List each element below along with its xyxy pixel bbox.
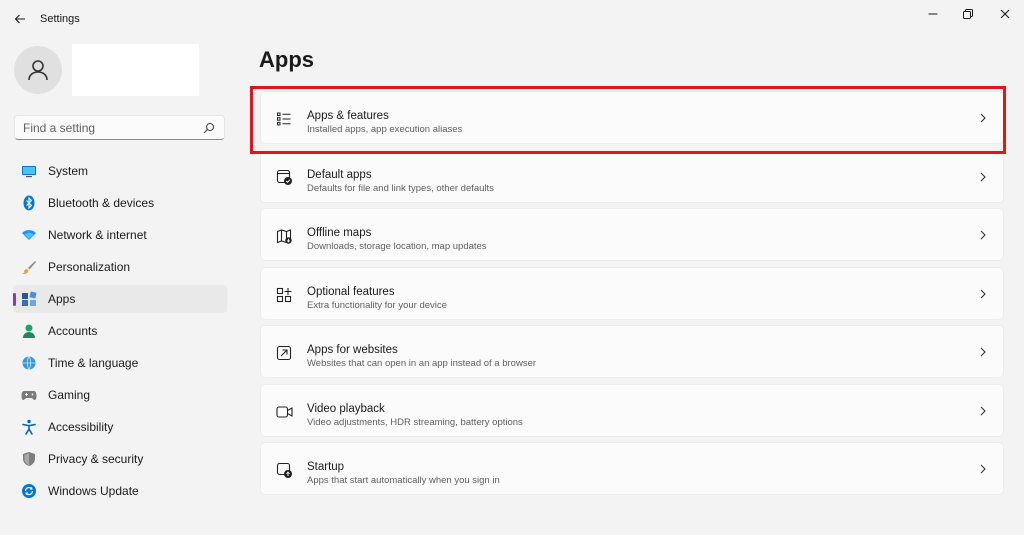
sidebar-item-label: System <box>48 164 89 178</box>
arrow-left-icon <box>14 14 25 24</box>
sidebar-item-gaming[interactable]: Gaming <box>13 381 227 409</box>
card-subtitle: Installed apps, app execution aliases <box>307 124 463 135</box>
card-offline-maps[interactable]: Offline maps Downloads, storage location… <box>260 208 1004 261</box>
close-button[interactable] <box>990 4 1020 24</box>
restore-icon <box>963 9 973 19</box>
avatar[interactable] <box>14 46 62 94</box>
sidebar-item-accessibility[interactable]: Accessibility <box>13 413 227 441</box>
chevron-right-icon <box>978 229 988 241</box>
accessibility-icon <box>21 419 37 435</box>
gaming-icon <box>21 387 37 403</box>
sidebar-item-label: Windows Update <box>48 484 139 498</box>
back-button[interactable] <box>10 9 30 29</box>
card-title: Video playback <box>307 402 385 415</box>
title-bar: Settings <box>0 0 1024 38</box>
bluetooth-icon <box>21 195 37 211</box>
card-subtitle: Defaults for file and link types, other … <box>307 182 494 194</box>
card-subtitle: Websites that can open in an app instead… <box>307 358 537 369</box>
search-input[interactable] <box>23 120 202 135</box>
time-language-icon <box>21 355 37 371</box>
chevron-right-icon <box>978 171 988 183</box>
startup-icon <box>275 461 293 479</box>
sidebar-item-personalization[interactable]: Personalization <box>13 253 227 281</box>
sidebar-item-accounts[interactable]: Accounts <box>13 317 227 345</box>
card-apps-features[interactable]: Apps & features Installed apps, app exec… <box>260 91 1004 144</box>
sidebar-item-bluetooth[interactable]: Bluetooth & devices <box>13 189 227 217</box>
update-icon <box>21 483 37 499</box>
default-apps-icon <box>275 169 293 187</box>
card-title: Offline maps <box>307 227 372 239</box>
sidebar-item-label: Personalization <box>48 260 131 274</box>
chevron-right-icon <box>978 405 988 417</box>
sidebar-item-label: Bluetooth & devices <box>48 196 155 210</box>
card-subtitle: Video adjustments, HDR streaming, batter… <box>307 416 523 428</box>
apps-icon <box>21 291 37 307</box>
restore-button[interactable] <box>953 4 983 24</box>
shield-icon <box>21 451 37 467</box>
card-apps-for-websites[interactable]: Apps for websites Websites that can open… <box>260 325 1004 378</box>
sidebar-item-system[interactable]: System <box>13 157 227 185</box>
minimize-icon <box>928 13 938 15</box>
card-title: Apps & features <box>307 110 389 122</box>
list-icon <box>275 110 293 128</box>
minimize-button[interactable] <box>918 4 948 24</box>
card-title: Default apps <box>307 168 372 181</box>
sidebar-item-time-language[interactable]: Time & language <box>13 349 227 377</box>
sidebar-item-label: Privacy & security <box>48 452 144 466</box>
chevron-right-icon <box>978 463 988 475</box>
card-optional-features[interactable]: Optional features Extra functionality fo… <box>260 266 1004 320</box>
card-subtitle: Extra functionality for your device <box>307 299 447 311</box>
user-icon <box>28 60 48 81</box>
search-field[interactable] <box>14 115 225 140</box>
accounts-icon <box>21 323 37 339</box>
card-subtitle: Downloads, storage location, map updates <box>307 241 487 252</box>
search-icon[interactable] <box>202 121 216 135</box>
sidebar-item-privacy-security[interactable]: Privacy & security <box>13 445 227 473</box>
sidebar-item-windows-update[interactable]: Windows Update <box>13 477 227 505</box>
card-title: Apps for websites <box>307 344 398 356</box>
sidebar-item-label: Apps <box>48 292 76 306</box>
sidebar-item-apps[interactable]: Apps <box>13 285 227 313</box>
card-subtitle: Apps that start automatically when you s… <box>307 475 500 486</box>
card-title: Startup <box>307 461 345 473</box>
system-icon <box>21 163 37 179</box>
wifi-icon <box>21 227 37 243</box>
grid-add-icon <box>275 286 293 304</box>
card-startup[interactable]: Startup Apps that start automatically wh… <box>260 442 1004 495</box>
profile-name-card <box>72 44 199 96</box>
card-default-apps[interactable]: Default apps Defaults for file and link … <box>260 149 1004 203</box>
settings-list: Apps & features Installed apps, app exec… <box>260 91 1004 501</box>
sidebar-item-label: Accounts <box>48 324 98 338</box>
card-title: Optional features <box>307 285 395 298</box>
app-title: Settings <box>40 13 80 25</box>
sidebar-nav: System Bluetooth & devices Network & int… <box>13 157 227 509</box>
chevron-right-icon <box>978 288 988 300</box>
sidebar-item-label: Accessibility <box>48 420 114 434</box>
chevron-right-icon <box>978 346 988 358</box>
page-title: Apps <box>259 47 314 72</box>
sidebar-item-label: Network & internet <box>48 228 147 242</box>
brush-icon <box>21 259 37 275</box>
close-icon <box>1000 9 1010 19</box>
chevron-right-icon <box>978 112 988 124</box>
video-icon <box>275 403 293 421</box>
open-external-icon <box>275 344 293 362</box>
sidebar-item-label: Gaming <box>48 388 91 402</box>
selection-indicator <box>13 293 16 306</box>
sidebar-item-network[interactable]: Network & internet <box>13 221 227 249</box>
sidebar-item-label: Time & language <box>48 356 139 370</box>
card-video-playback[interactable]: Video playback Video adjustments, HDR st… <box>260 383 1004 437</box>
map-icon <box>275 227 293 245</box>
